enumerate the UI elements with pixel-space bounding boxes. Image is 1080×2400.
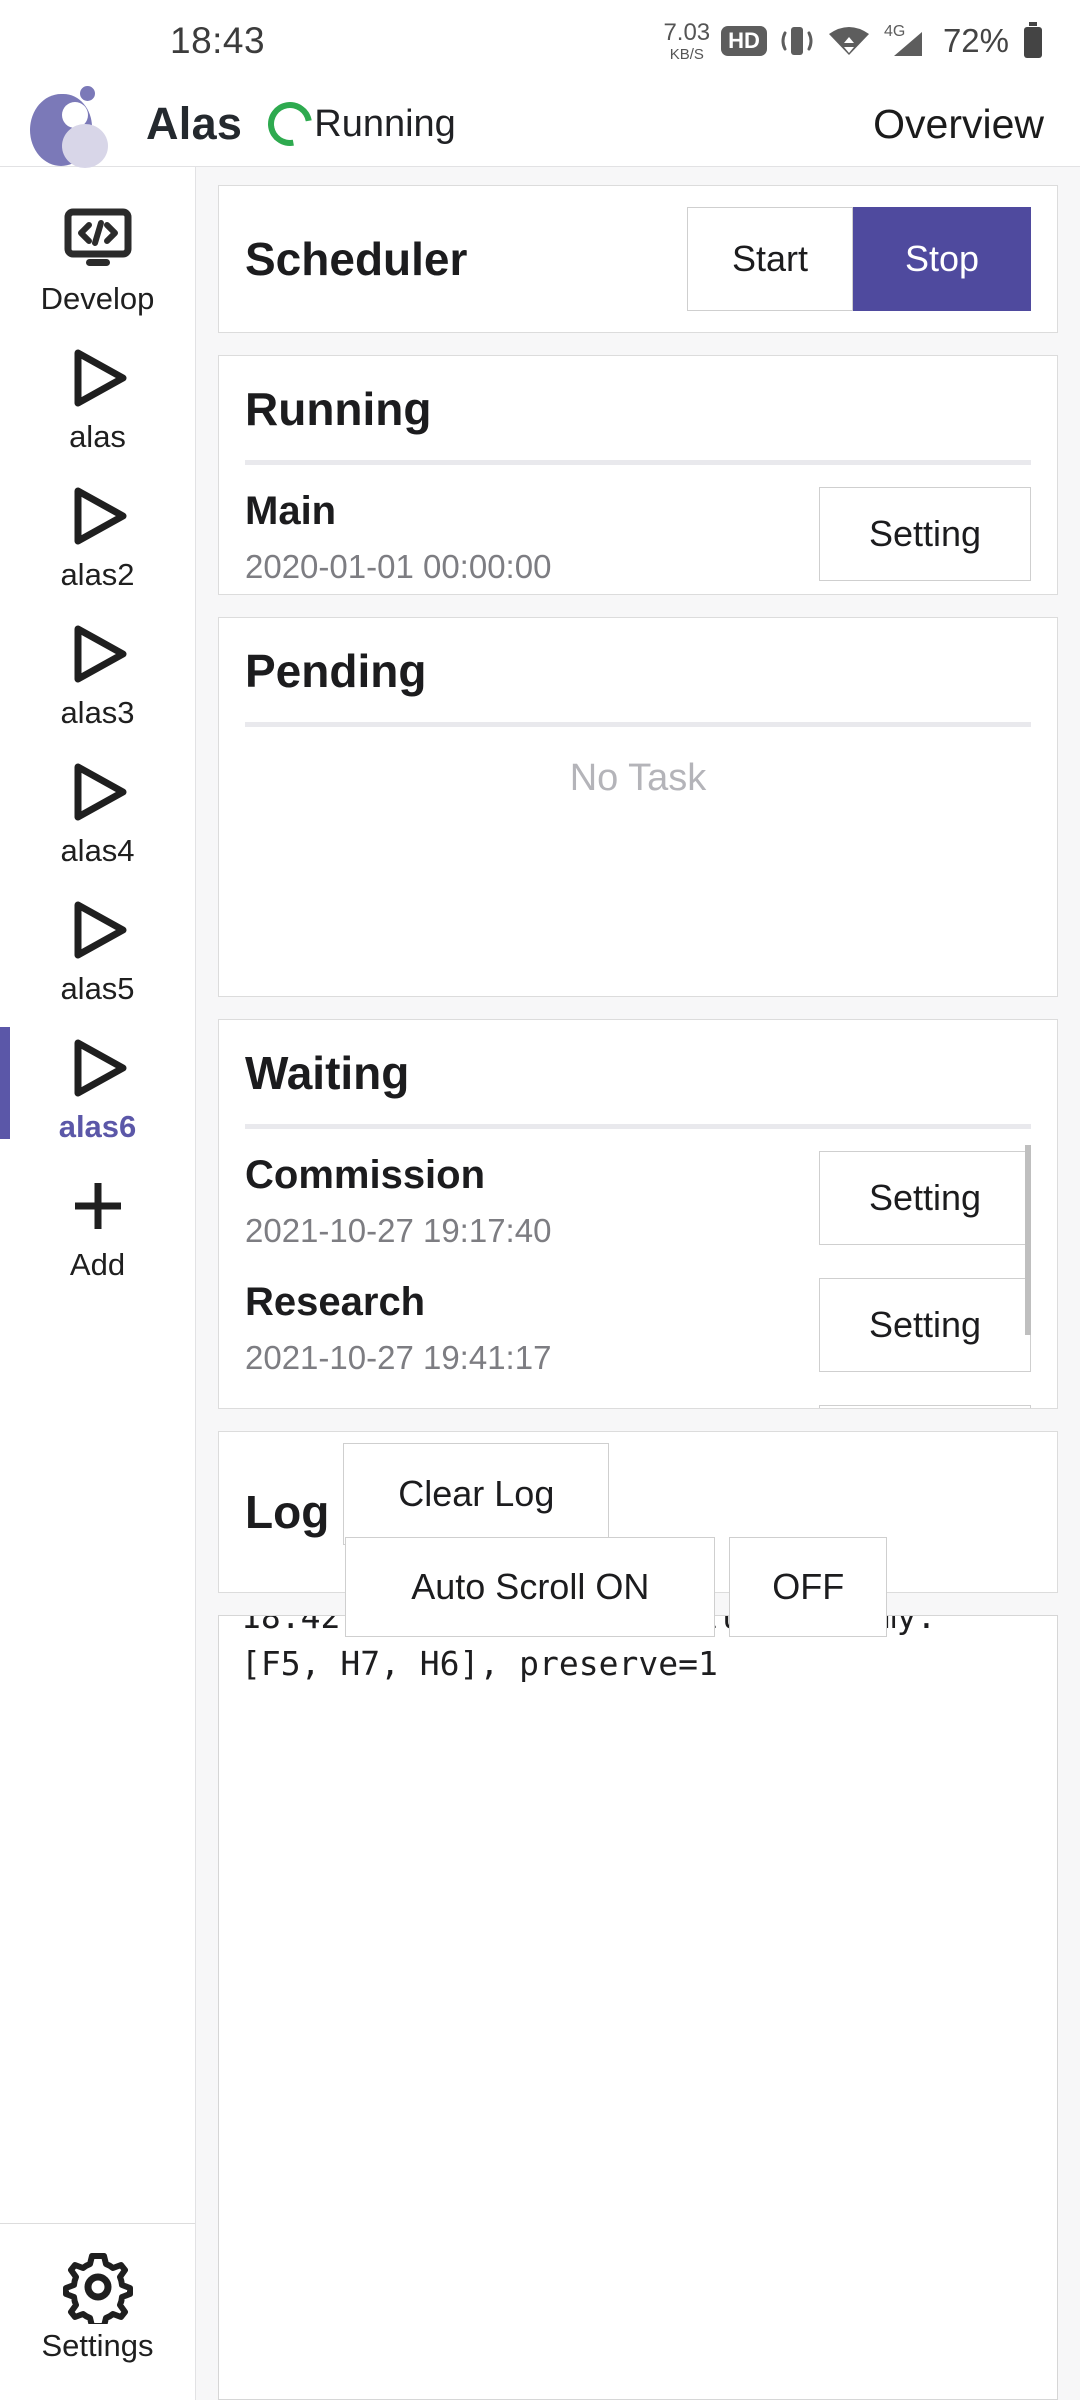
active-indicator	[0, 1027, 10, 1139]
play-icon	[65, 477, 131, 555]
table-row[interactable]: Commission 2021-10-27 19:17:40 Setting	[245, 1129, 1031, 1256]
task-name: Commission	[245, 1153, 486, 1197]
sidebar-item-alas5[interactable]: alas5	[0, 881, 195, 1019]
app-body: Develop alas alas2 alas3 alas4 alas5 ala…	[0, 167, 1080, 2400]
play-icon	[65, 1029, 131, 1107]
sidebar-item-alas2[interactable]: alas2	[0, 467, 195, 605]
sidebar-item-label: Settings	[41, 2328, 154, 2363]
running-title: Running	[245, 383, 432, 435]
task-info: Main 2020-01-01 00:00:00	[245, 487, 551, 586]
sidebar-item-label: alas2	[60, 557, 135, 592]
sidebar-item-add[interactable]: Add	[0, 1157, 195, 1295]
log-title: Log	[245, 1486, 330, 1538]
hd-badge-icon: HD	[721, 26, 767, 56]
stop-button[interactable]: Stop	[853, 207, 1031, 311]
running-status-label: Running	[314, 102, 456, 145]
play-icon	[65, 615, 131, 693]
main-content: Scheduler Start Stop Running Main 2020-0…	[196, 167, 1080, 2400]
play-icon	[65, 891, 131, 969]
running-status: Running	[259, 93, 456, 155]
sidebar-item-alas4[interactable]: alas4	[0, 743, 195, 881]
gear-icon	[61, 2248, 135, 2326]
waiting-title: Waiting	[245, 1047, 410, 1099]
wifi-icon	[828, 27, 869, 55]
scheduler-card: Scheduler Start Stop	[218, 185, 1058, 333]
setting-button[interactable]: Setting	[819, 487, 1031, 581]
clear-log-button[interactable]: Clear Log	[343, 1443, 610, 1545]
running-task-list: Main 2020-01-01 00:00:00 Setting	[245, 465, 1031, 594]
pending-card: Pending No Task	[218, 617, 1058, 997]
running-card: Running Main 2020-01-01 00:00:00 Setting	[218, 355, 1058, 595]
sidebar-item-label: alas	[69, 419, 126, 454]
pending-task-list: No Task	[245, 727, 1031, 996]
off-button[interactable]: OFF	[729, 1537, 888, 1637]
network-speed-indicator: 7.03 KB/S	[663, 18, 711, 63]
spinner-icon	[259, 93, 321, 155]
status-bar: 18:43 7.03 KB/S HD 4G 72%	[0, 0, 1080, 82]
page-title[interactable]: Overview	[873, 101, 1044, 148]
sidebar-item-alas[interactable]: alas	[0, 329, 195, 467]
sidebar-items: Develop alas alas2 alas3 alas4 alas5 ala…	[0, 167, 195, 2223]
task-info: Research 2021-10-27 19:41:17	[245, 1278, 551, 1377]
empty-state-label: No Task	[569, 757, 707, 799]
task-name: Main	[245, 489, 337, 533]
scrollbar[interactable]	[1025, 1145, 1031, 1335]
play-icon	[65, 339, 131, 417]
task-time: 2021-10-27 19:17:40	[245, 1212, 552, 1249]
setting-button[interactable]: Setting	[819, 1151, 1031, 1245]
sidebar: Develop alas alas2 alas3 alas4 alas5 ala…	[0, 167, 196, 2400]
table-row[interactable]: Research 2021-10-27 19:41:17 Setting	[245, 1256, 1031, 1383]
alas-logo	[18, 80, 110, 172]
task-name: Research	[245, 1280, 426, 1324]
task-time: 2021-10-27 19:41:17	[245, 1339, 552, 1376]
vibrate-icon	[781, 27, 813, 55]
code-monitor-icon	[62, 201, 134, 279]
cellular-signal-icon: 4G	[884, 23, 922, 56]
sidebar-item-label: alas4	[60, 833, 135, 868]
sidebar-item-label: alas5	[60, 971, 135, 1006]
sidebar-item-develop[interactable]: Develop	[0, 191, 195, 329]
task-time: 2020-01-01 00:00:00	[245, 548, 552, 585]
sidebar-item-alas3[interactable]: alas3	[0, 605, 195, 743]
battery-percent-label: 72%	[942, 22, 1009, 59]
start-button[interactable]: Start	[687, 207, 853, 311]
svg-text:4G: 4G	[884, 23, 905, 40]
task-info: Commission 2021-10-27 19:17:40	[245, 1151, 551, 1250]
log-buttons: Clear Log Auto Scroll ON OFF	[343, 1431, 1031, 1637]
table-row[interactable]: Reward 2021-10-27 19:44:02 Setting	[245, 1383, 1031, 1408]
waiting-task-list: Commission 2021-10-27 19:17:40 Setting R…	[245, 1129, 1031, 1408]
table-row[interactable]: Main 2020-01-01 00:00:00 Setting	[245, 465, 1031, 592]
sidebar-item-label: alas3	[60, 695, 135, 730]
task-info: Reward 2021-10-27 19:44:02	[245, 1405, 551, 1408]
battery-icon	[1024, 22, 1042, 58]
network-speed-value: 7.03	[663, 18, 711, 46]
sidebar-item-alas6[interactable]: alas6	[0, 1019, 195, 1157]
app-header: Alas Running Overview	[0, 82, 1080, 168]
setting-button[interactable]: Setting	[819, 1278, 1031, 1372]
log-controls-card: Log Clear Log Auto Scroll ON OFF	[218, 1431, 1058, 1637]
app-root: 18:43 7.03 KB/S HD 4G 72% Alas Running O…	[0, 0, 1080, 2400]
plus-icon	[67, 1167, 129, 1245]
status-bar-clock: 18:43	[170, 20, 266, 61]
sidebar-item-label: Add	[69, 1247, 126, 1282]
pending-title: Pending	[245, 645, 427, 697]
sidebar-footer: Settings	[0, 2223, 195, 2400]
sidebar-item-label: alas6	[58, 1109, 137, 1144]
setting-button[interactable]: Setting	[819, 1405, 1031, 1408]
app-title: Alas	[146, 98, 243, 149]
sidebar-item-label: Develop	[40, 281, 155, 316]
network-speed-unit: KB/S	[669, 45, 704, 63]
sidebar-item-settings[interactable]: Settings	[0, 2242, 195, 2376]
play-icon	[65, 753, 131, 831]
log-console[interactable]: 18:42:50.972 | INFO | Filter enemy: [F5,…	[218, 1615, 1058, 2400]
scheduler-title: Scheduler	[245, 233, 468, 285]
task-name: Reward	[245, 1407, 551, 1408]
auto-scroll-button[interactable]: Auto Scroll ON	[345, 1537, 716, 1637]
status-bar-icons: 7.03 KB/S HD 4G 72%	[663, 20, 1046, 62]
waiting-card: Waiting Commission 2021-10-27 19:17:40 S…	[218, 1019, 1058, 1409]
